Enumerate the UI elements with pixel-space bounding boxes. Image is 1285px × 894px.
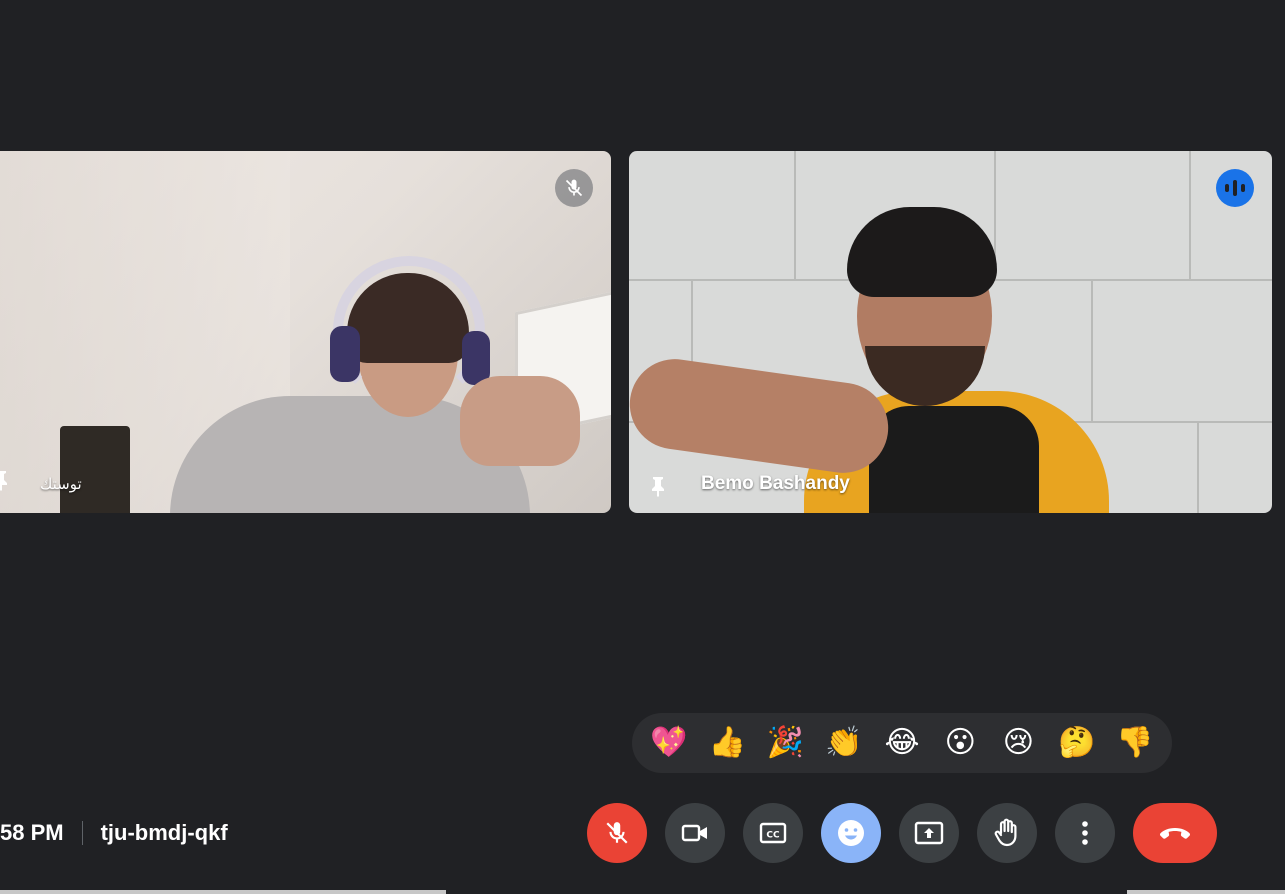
participant-tile-left[interactable]: توستك	[0, 151, 611, 513]
reaction-thinking[interactable]: 🤔	[1055, 721, 1099, 765]
headphone-cup-left	[330, 326, 360, 382]
pin-icon[interactable]	[649, 475, 667, 497]
microphone-toggle-button[interactable]	[587, 803, 647, 863]
present-screen-icon	[914, 821, 944, 845]
meeting-code[interactable]: tju-bmdj-qkf	[101, 820, 228, 846]
participant-tile-right[interactable]: Bemo Bashandy	[629, 151, 1272, 513]
reaction-bar: 💖 👍 🎉 👏 😂 😮 😢 🤔 👎	[632, 713, 1172, 773]
reaction-sparkling-heart[interactable]: 💖	[647, 721, 691, 765]
captions-button[interactable]: CC	[743, 803, 803, 863]
mic-off-badge	[555, 169, 593, 207]
headphone-cup-right	[462, 331, 490, 385]
pin-icon[interactable]	[0, 469, 10, 491]
hand	[629, 353, 894, 479]
tile-line	[1189, 151, 1191, 279]
send-reaction-button[interactable]	[821, 803, 881, 863]
person-hair	[847, 207, 997, 297]
camera-toggle-button[interactable]	[665, 803, 725, 863]
mic-off-icon	[606, 822, 628, 844]
bottom-edge	[1127, 890, 1285, 894]
present-screen-button[interactable]	[899, 803, 959, 863]
emoji-icon	[838, 820, 864, 846]
hand	[460, 376, 580, 466]
divider	[81, 821, 83, 845]
reaction-party-popper[interactable]: 🎉	[764, 721, 808, 765]
bedpost	[60, 426, 130, 513]
tile-line	[1197, 423, 1199, 513]
svg-text:CC: CC	[766, 831, 780, 841]
meeting-info: 58 PM tju-bmdj-qkf	[0, 818, 228, 848]
reaction-laughing[interactable]: 😂	[880, 721, 924, 765]
reaction-thumbs-down[interactable]: 👎	[1113, 721, 1157, 765]
participant-name: توستك	[40, 475, 82, 493]
meeting-time: 58 PM	[0, 820, 64, 845]
reaction-thumbs-up[interactable]: 👍	[705, 721, 749, 765]
reaction-surprised[interactable]: 😮	[938, 721, 982, 765]
mic-off-icon	[565, 179, 583, 197]
closed-captions-icon: CC	[759, 822, 787, 844]
shirt-collar	[869, 406, 1039, 513]
more-vert-icon	[1082, 821, 1088, 845]
raise-hand-button[interactable]	[977, 803, 1037, 863]
videocam-icon	[681, 824, 707, 842]
reaction-clapping[interactable]: 👏	[822, 721, 866, 765]
tile-line	[794, 151, 796, 279]
speaking-indicator	[1216, 169, 1254, 207]
leave-call-button[interactable]	[1133, 803, 1217, 863]
reaction-crying[interactable]: 😢	[996, 721, 1040, 765]
raise-hand-icon	[994, 818, 1017, 847]
call-end-icon	[1159, 828, 1191, 839]
audio-level-icon	[1225, 180, 1245, 196]
participant-name: Bemo Bashandy	[701, 473, 850, 494]
more-options-button[interactable]	[1055, 803, 1115, 863]
bottom-edge	[0, 890, 446, 894]
tile-line	[1091, 281, 1093, 421]
